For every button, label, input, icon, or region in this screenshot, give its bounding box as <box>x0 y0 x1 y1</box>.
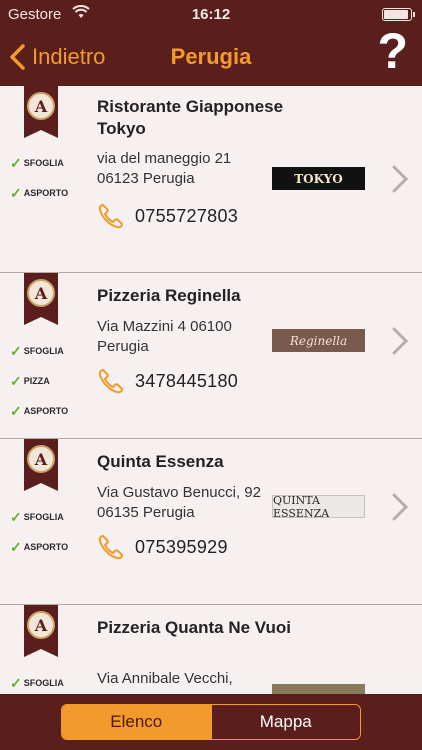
list-item[interactable]: A ✓ SFOGLIA ✓ PIZZA ✓ ASPORTO Pizzeria Regi… <box>0 273 422 439</box>
restaurant-name: Ristorante Giapponese Tokyo <box>97 97 284 138</box>
navigation-bar: Indietro Perugia ? <box>0 26 422 86</box>
ribbon-badge-icon: A <box>24 439 58 491</box>
feature-tag: ✓ SFOGLIA <box>10 674 64 691</box>
phone-link[interactable]: 075395929 <box>97 533 228 561</box>
phone-link[interactable]: 3478445180 <box>97 367 238 395</box>
bottom-bar: Elenco Mappa <box>0 694 422 750</box>
restaurant-list: A ✓ SFOGLIA ✓ ASPORTO Ristorante Giappones… <box>0 86 422 694</box>
restaurant-address: Via Mazzini 4 06100 Perugia <box>97 318 232 355</box>
check-icon: ✓ <box>10 342 22 359</box>
phone-icon <box>98 203 124 229</box>
feature-list: ✓ SFOGLIA ✓ ASPORTO <box>10 502 68 562</box>
restaurant-logo <box>272 684 365 694</box>
status-bar: Gestore 16:12 <box>0 0 422 30</box>
chevron-right-icon[interactable] <box>390 326 410 356</box>
list-item[interactable]: A ✓ SFOGLIA ✓ ASPORTO Quinta Essenza Via G… <box>0 439 422 605</box>
ribbon-badge-icon: A <box>24 86 58 138</box>
view-segmented-control: Elenco Mappa <box>61 704 361 740</box>
feature-list: ✓ SFOGLIA ✓ PIZZA ✓ ASPORTO <box>10 336 68 426</box>
feature-tag: ✓ SFOGLIA <box>10 154 64 171</box>
phone-link[interactable]: 0755727803 <box>97 202 238 230</box>
svg-text:A: A <box>34 97 48 116</box>
phone-icon <box>98 368 124 394</box>
feature-tag: ✓ SFOGLIA <box>10 342 64 359</box>
ribbon-badge-icon: A <box>24 605 58 657</box>
status-time: 16:12 <box>191 6 231 23</box>
restaurant-address: via del maneggio 21 06123 Perugia <box>97 150 232 187</box>
check-icon: ✓ <box>10 508 22 525</box>
restaurant-logo: QUINTA ESSENZA <box>272 495 365 518</box>
feature-tag: ✓ ASPORTO <box>10 538 69 555</box>
feature-tag: ✓ SFOGLIA <box>10 508 64 525</box>
check-icon: ✓ <box>10 184 22 201</box>
svg-text:A: A <box>34 616 48 635</box>
check-icon: ✓ <box>10 402 22 419</box>
feature-tag: ✓ ASPORTO <box>10 402 69 419</box>
svg-text:A: A <box>34 450 48 469</box>
check-icon: ✓ <box>10 674 22 691</box>
feature-tag: ✓ ASPORTO <box>10 184 69 201</box>
help-button[interactable]: ? <box>377 26 408 76</box>
map-view-tab[interactable]: Mappa <box>210 705 360 739</box>
restaurant-address: Via Annibale Vecchi, <box>97 670 233 687</box>
phone-icon <box>98 534 124 560</box>
check-icon: ✓ <box>10 372 22 389</box>
top-bar: Gestore 16:12 Indietro Perugia ? <box>0 0 422 86</box>
chevron-right-icon[interactable] <box>390 164 410 194</box>
check-icon: ✓ <box>10 538 22 555</box>
svg-text:A: A <box>34 284 48 303</box>
list-view-tab[interactable]: Elenco <box>62 705 211 739</box>
check-icon: ✓ <box>10 154 22 171</box>
feature-list: ✓ SFOGLIA <box>10 668 64 694</box>
page-title: Perugia <box>170 44 252 69</box>
feature-tag: ✓ PIZZA <box>10 372 50 389</box>
restaurant-logo: TOKYO <box>272 167 365 190</box>
chevron-right-icon[interactable] <box>390 492 410 522</box>
feature-list: ✓ SFOGLIA ✓ ASPORTO <box>10 148 68 208</box>
restaurant-logo: Reginella <box>272 329 365 352</box>
restaurant-name: Pizzeria Reginella <box>97 286 241 305</box>
restaurant-name: Pizzeria Quanta Ne Vuoi <box>97 618 291 637</box>
restaurant-address: Via Gustavo Benucci, 92 06135 Perugia <box>97 484 261 521</box>
restaurant-name: Quinta Essenza <box>97 452 224 471</box>
list-item[interactable]: A ✓ SFOGLIA Pizzeria Quanta Ne Vuoi Via A… <box>0 605 422 694</box>
battery-icon <box>382 8 415 21</box>
ribbon-badge-icon: A <box>24 273 58 325</box>
list-item[interactable]: A ✓ SFOGLIA ✓ ASPORTO Ristorante Giappones… <box>0 86 422 273</box>
